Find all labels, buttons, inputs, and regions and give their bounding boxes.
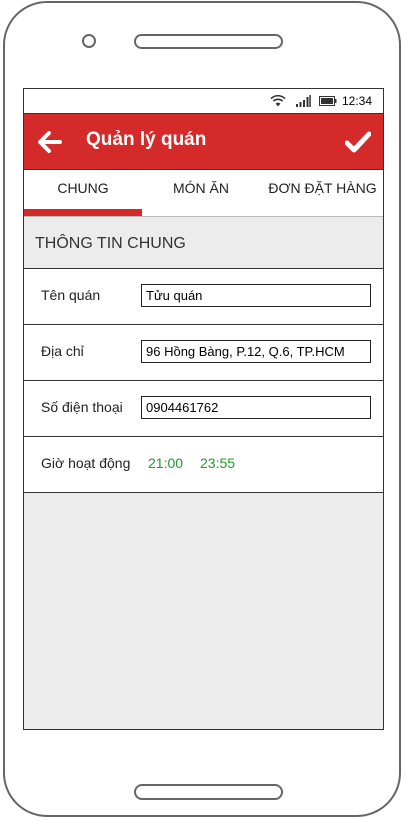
back-arrow-icon[interactable] [38, 131, 62, 153]
opening-time[interactable]: 21:00 [148, 455, 183, 471]
check-icon[interactable] [345, 131, 371, 153]
page-title: Quản lý quán [86, 129, 207, 150]
status-time: 12:34 [341, 94, 372, 108]
section-header: THÔNG TIN CHUNG [24, 217, 383, 269]
tab-orders[interactable]: ĐƠN ĐẶT HÀNG [260, 170, 383, 217]
opening-hours-label: Giờ hoạt động [41, 455, 131, 471]
tab-bar: CHUNG MÓN ĂN ĐƠN ĐẶT HÀNG [24, 170, 383, 217]
phone-label: Số điện thoại [41, 399, 123, 415]
shop-name-input[interactable] [141, 284, 371, 307]
battery-icon [319, 96, 337, 106]
section-title: THÔNG TIN CHUNG [35, 235, 186, 252]
home-button[interactable] [134, 784, 283, 800]
shop-name-row: Tên quán [24, 269, 383, 325]
opening-hours-row: Giờ hoạt động 21:00 23:55 [24, 437, 383, 493]
address-label: Địa chỉ [41, 343, 84, 359]
address-row: Địa chỉ [24, 325, 383, 381]
phone-input[interactable] [141, 396, 371, 419]
speaker [134, 34, 283, 49]
tab-menu[interactable]: MÓN ĂN [142, 170, 260, 217]
status-bar: 12:34 [24, 89, 383, 114]
signal-icon [296, 95, 311, 107]
camera [82, 34, 96, 48]
app-screen: 12:34 Quản lý quán CHUNG MÓN ĂN ĐƠN ĐẶT … [23, 88, 384, 730]
phone-row: Số điện thoại [24, 381, 383, 437]
app-bar: Quản lý quán [24, 114, 383, 170]
address-input[interactable] [141, 340, 371, 363]
shop-name-label: Tên quán [41, 287, 101, 303]
active-tab-indicator [24, 209, 142, 216]
wifi-icon [270, 95, 286, 107]
closing-time[interactable]: 23:55 [200, 455, 235, 471]
